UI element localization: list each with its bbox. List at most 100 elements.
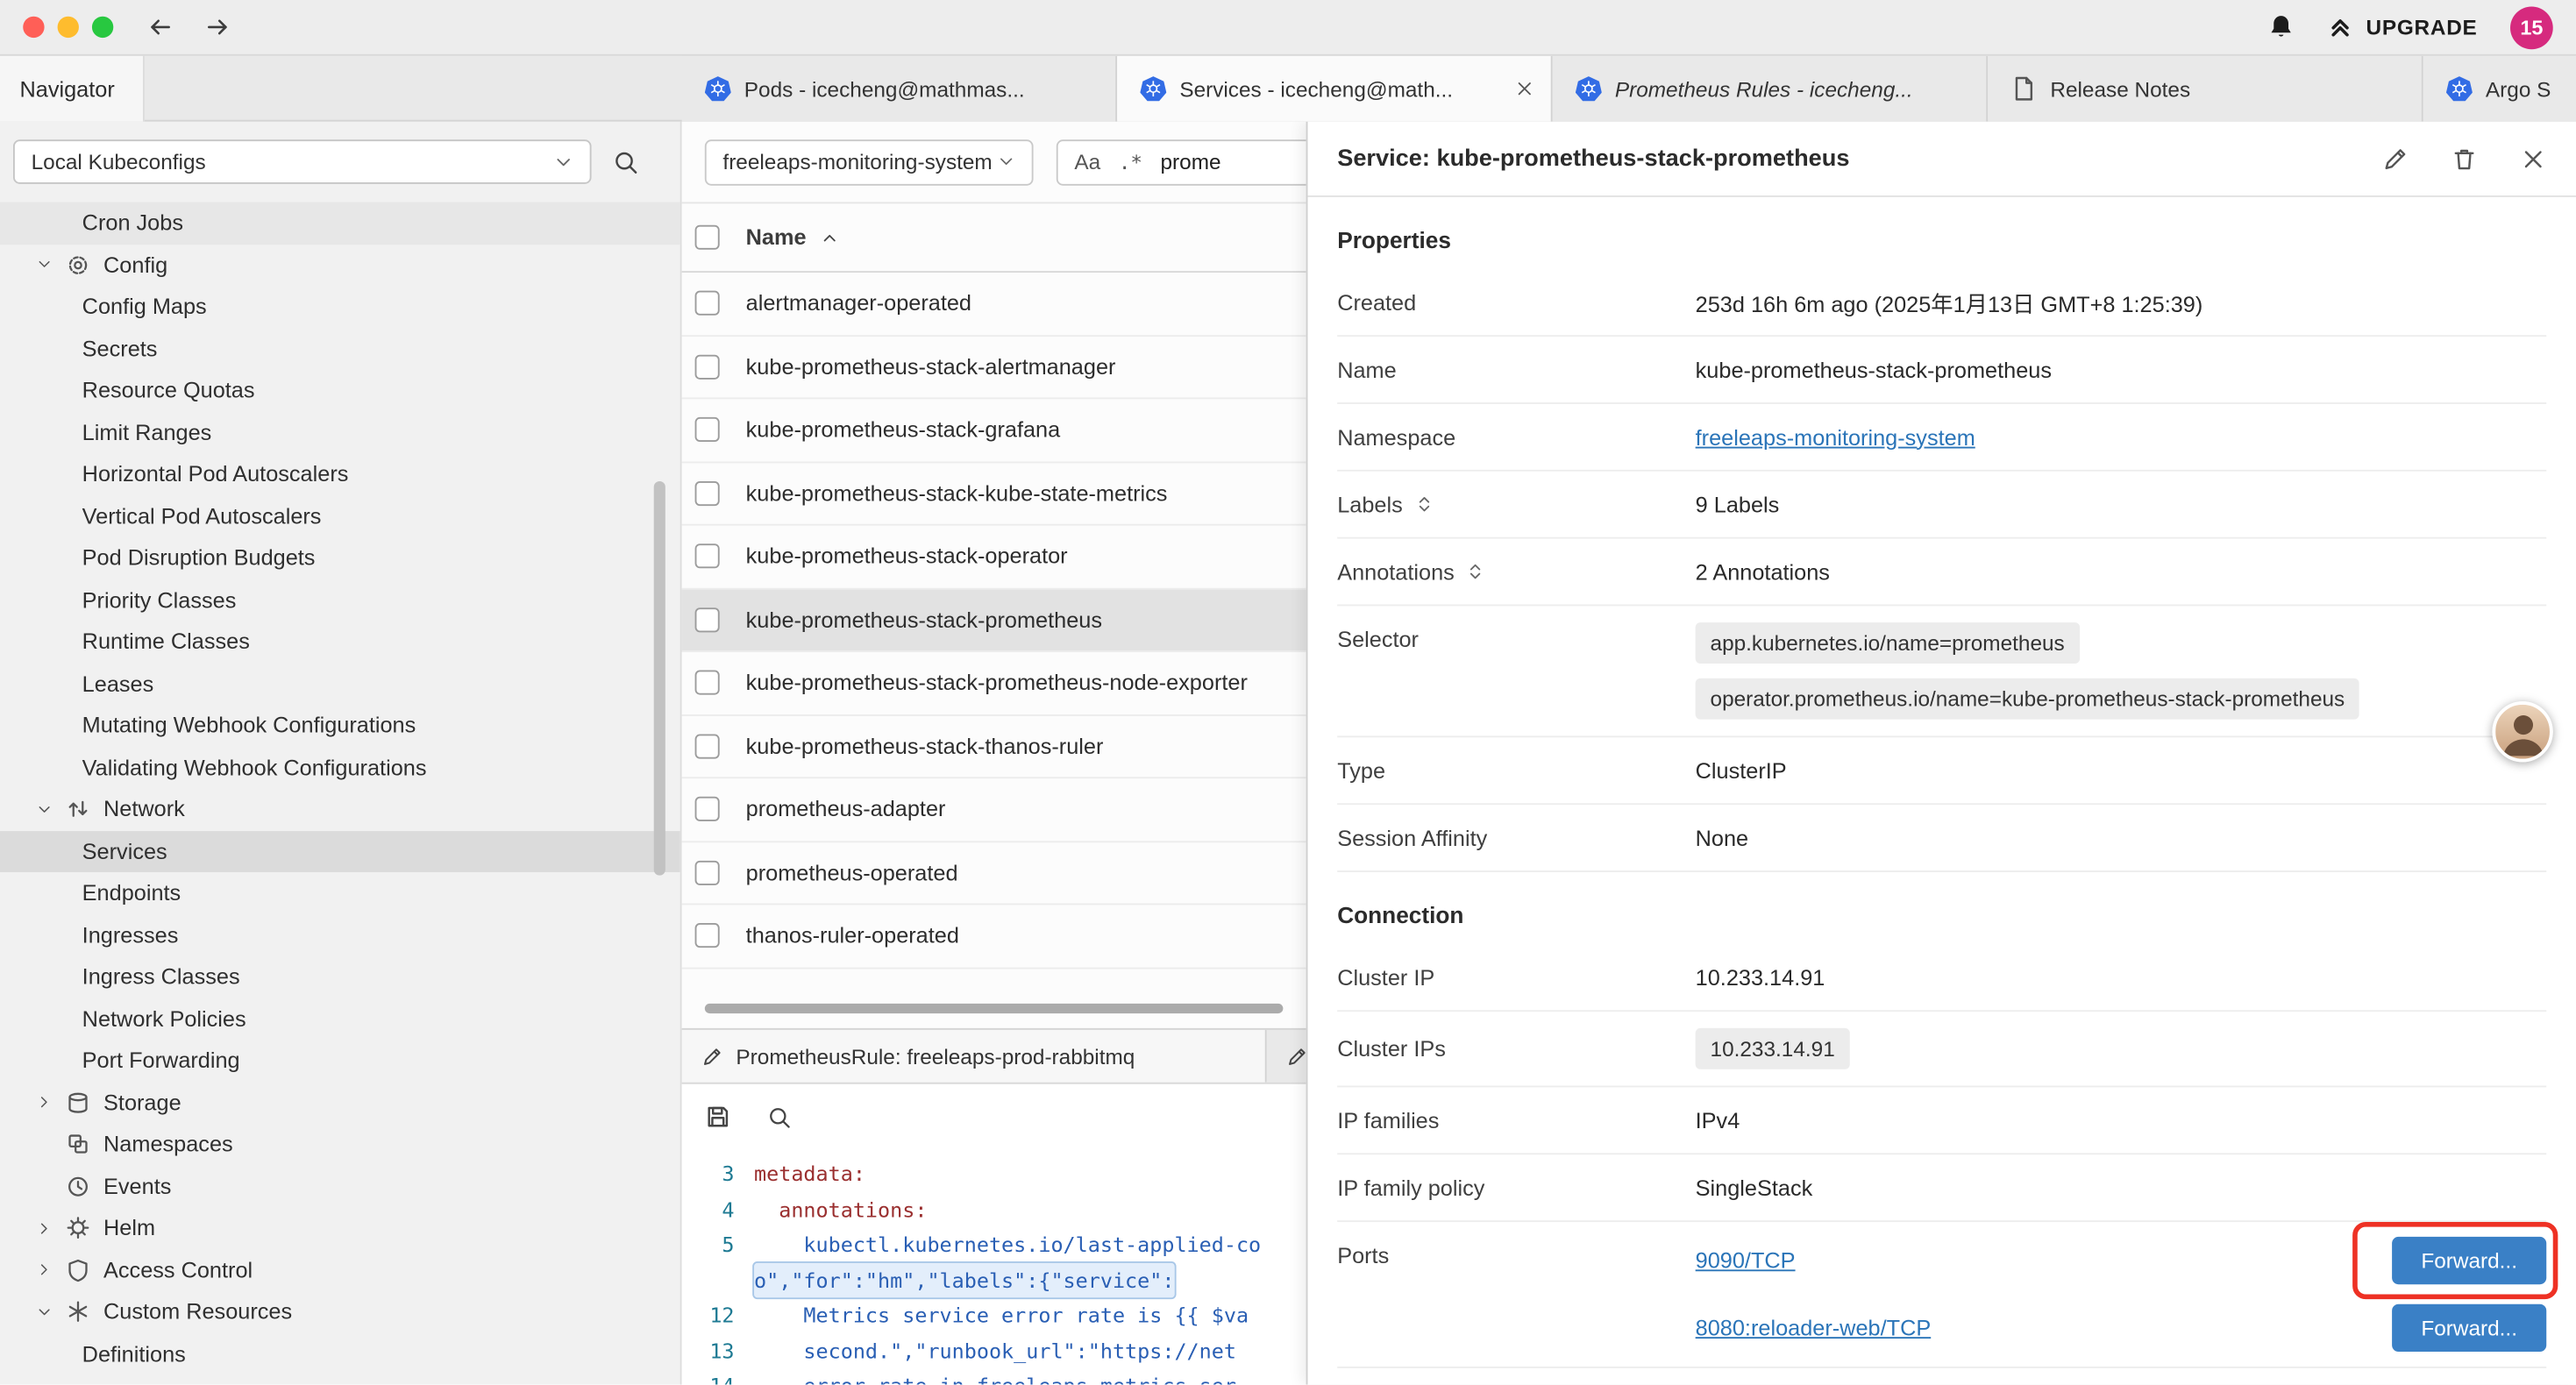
yaml-editor[interactable]: 3metadata:4 annotations:5 kubectl.kubern… <box>682 1150 1306 1385</box>
back-icon[interactable] <box>146 13 174 41</box>
upgrade-button[interactable]: UPGRADE <box>2328 15 2477 39</box>
chevron-right-icon <box>36 1094 53 1111</box>
sidebar-item-label: Runtime Classes <box>82 629 250 654</box>
sidebar-item-limit-ranges[interactable]: Limit Ranges <box>0 411 680 453</box>
row-checkbox[interactable] <box>695 544 720 569</box>
search-value: prome <box>1161 150 1221 174</box>
row-checkbox[interactable] <box>695 417 720 442</box>
name-column-header[interactable]: Name <box>746 225 807 250</box>
forward-icon[interactable] <box>203 13 231 41</box>
forward-button[interactable]: Forward... <box>2392 1304 2546 1352</box>
row-checkbox[interactable] <box>695 607 720 632</box>
sidebar-item-helm[interactable]: Helm <box>0 1207 680 1249</box>
storage-icon <box>66 1090 90 1115</box>
sidebar-item-vertical-pod-autoscalers[interactable]: Vertical Pod Autoscalers <box>0 495 680 537</box>
dock-tab-prometheusrule-freeleaps-prod-rabbitmq[interactable]: PrometheusRule: freeleaps-prod-rabbitmq <box>682 1030 1267 1083</box>
minimize-window-button[interactable] <box>58 17 79 38</box>
sidebar-item-network-policies[interactable]: Network Policies <box>0 998 680 1040</box>
table-row-kube-prometheus-stack-alertmanager[interactable]: kube-prometheus-stack-alertmanager <box>682 336 1306 399</box>
sidebar-scrollbar[interactable] <box>654 481 665 876</box>
sidebar-item-config-maps[interactable]: Config Maps <box>0 286 680 328</box>
tab-argo-s[interactable]: Argo S <box>2423 56 2576 122</box>
port-link[interactable]: 8080:reloader-web/TCP <box>1696 1316 1932 1340</box>
table-row-kube-prometheus-stack-prometheus-node-exporter[interactable]: kube-prometheus-stack-prometheus-node-ex… <box>682 652 1306 715</box>
namespace-link[interactable]: freeleaps-monitoring-system <box>1696 424 1975 449</box>
sidebar-item-ingress-classes[interactable]: Ingress Classes <box>0 955 680 998</box>
notifications-bell-icon[interactable] <box>2267 13 2295 41</box>
tab-services-icecheng-math[interactable]: Services - icecheng@math... <box>1117 56 1553 122</box>
sidebar-item-ingresses[interactable]: Ingresses <box>0 914 680 956</box>
sidebar-item-storage[interactable]: Storage <box>0 1082 680 1124</box>
drawer-header: Service: kube-prometheus-stack-prometheu… <box>1307 122 2575 197</box>
sidebar-item-custom-resources[interactable]: Custom Resources <box>0 1291 680 1333</box>
table-row-prometheus-adapter[interactable]: prometheus-adapter <box>682 778 1306 842</box>
row-checkbox[interactable] <box>695 291 720 316</box>
sidebar-item-resource-quotas[interactable]: Resource Quotas <box>0 370 680 412</box>
sort-ascending-icon[interactable] <box>820 228 839 247</box>
dock-panel: PrometheusRule: freeleaps-prod-rabbitmq … <box>682 1028 1306 1385</box>
sidebar-item-access-control[interactable]: Access Control <box>0 1249 680 1291</box>
sidebar-item-pod-disruption-budgets[interactable]: Pod Disruption Budgets <box>0 537 680 579</box>
value-chip: operator.prometheus.io/name=kube-prometh… <box>1696 678 2359 720</box>
tab-pods-icecheng-mathmas[interactable]: Pods - icecheng@mathmas... <box>682 56 1118 122</box>
kubeconfig-selector[interactable]: Local Kubeconfigs <box>13 139 592 184</box>
sidebar-item-runtime-classes[interactable]: Runtime Classes <box>0 621 680 663</box>
regex-toggle[interactable]: .* <box>1119 150 1142 173</box>
sidebar-item-port-forwarding[interactable]: Port Forwarding <box>0 1040 680 1082</box>
port-link[interactable]: 9090/TCP <box>1696 1248 1796 1273</box>
forward-button[interactable]: Forward... <box>2392 1237 2546 1284</box>
kubernetes-icon <box>2446 75 2473 102</box>
sidebar-item-priority-classes[interactable]: Priority Classes <box>0 579 680 621</box>
navigator-panel-header[interactable]: Navigator <box>0 56 145 122</box>
delete-icon[interactable] <box>2451 146 2478 172</box>
sidebar-item-endpoints[interactable]: Endpoints <box>0 872 680 914</box>
row-checkbox[interactable] <box>695 860 720 884</box>
table-row-kube-prometheus-stack-prometheus[interactable]: kube-prometheus-stack-prometheus <box>682 589 1306 652</box>
avatar-image <box>2495 705 2551 761</box>
close-drawer-icon[interactable] <box>2520 146 2546 172</box>
maximize-window-button[interactable] <box>92 17 113 38</box>
sidebar-item-horizontal-pod-autoscalers[interactable]: Horizontal Pod Autoscalers <box>0 453 680 495</box>
table-row-kube-prometheus-stack-operator[interactable]: kube-prometheus-stack-operator <box>682 526 1306 589</box>
namespace-filter-dropdown[interactable]: freeleaps-monitoring-system <box>705 138 1034 184</box>
horizontal-scrollbar[interactable] <box>705 1004 1284 1013</box>
edit-icon[interactable] <box>2382 146 2409 172</box>
tab-release-notes[interactable]: Release Notes <box>1988 56 2423 122</box>
sidebar-item-events[interactable]: Events <box>0 1165 680 1207</box>
floating-avatar[interactable] <box>2492 701 2552 762</box>
row-checkbox[interactable] <box>695 923 720 948</box>
notification-count-badge[interactable]: 15 <box>2510 6 2553 49</box>
sidebar-item-config[interactable]: Config <box>0 244 680 286</box>
sidebar-item-network[interactable]: Network <box>0 788 680 830</box>
table-row-thanos-ruler-operated[interactable]: thanos-ruler-operated <box>682 905 1306 968</box>
sidebar-item-namespaces[interactable]: Namespaces <box>0 1124 680 1166</box>
table-row-prometheus-operated[interactable]: prometheus-operated <box>682 842 1306 905</box>
tab-prometheus-rules-icecheng[interactable]: Prometheus Rules - icecheng... <box>1553 56 1989 122</box>
row-checkbox[interactable] <box>695 797 720 821</box>
row-checkbox[interactable] <box>695 734 720 758</box>
row-checkbox[interactable] <box>695 671 720 695</box>
sidebar-item-secrets[interactable]: Secrets <box>0 328 680 370</box>
sidebar-item-services[interactable]: Services <box>0 830 680 872</box>
row-checkbox[interactable] <box>695 481 720 506</box>
sidebar-item-mutating-webhook-configurations[interactable]: Mutating Webhook Configurations <box>0 705 680 747</box>
row-checkbox[interactable] <box>695 354 720 379</box>
table-row-kube-prometheus-stack-thanos-ruler[interactable]: kube-prometheus-stack-thanos-ruler <box>682 715 1306 778</box>
sidebar-item-cron-jobs[interactable]: Cron Jobs <box>0 202 680 244</box>
select-all-checkbox[interactable] <box>695 225 720 250</box>
sidebar-search-icon[interactable] <box>613 149 639 175</box>
editor-search-icon[interactable] <box>767 1104 792 1129</box>
table-row-kube-prometheus-stack-grafana[interactable]: kube-prometheus-stack-grafana <box>682 399 1306 462</box>
drawer-row-namespace: Namespacefreeleaps-monitoring-system <box>1337 404 2546 472</box>
sidebar-item-leases[interactable]: Leases <box>0 663 680 705</box>
table-row-kube-prometheus-stack-kube-state-metrics[interactable]: kube-prometheus-stack-kube-state-metrics <box>682 462 1306 525</box>
sidebar-item-definitions[interactable]: Definitions <box>0 1333 680 1375</box>
dock-tab-partial[interactable] <box>1267 1030 1306 1083</box>
sidebar-item-validating-webhook-configurations[interactable]: Validating Webhook Configurations <box>0 747 680 789</box>
main-content: Local Kubeconfigs Cron JobsConfigConfig … <box>0 122 2576 1385</box>
search-input[interactable]: Aa .* prome <box>1057 138 1306 184</box>
match-case-toggle[interactable]: Aa <box>1074 150 1100 174</box>
save-icon[interactable] <box>705 1104 731 1130</box>
table-row-alertmanager-operated[interactable]: alertmanager-operated <box>682 273 1306 336</box>
close-window-button[interactable] <box>23 17 44 38</box>
